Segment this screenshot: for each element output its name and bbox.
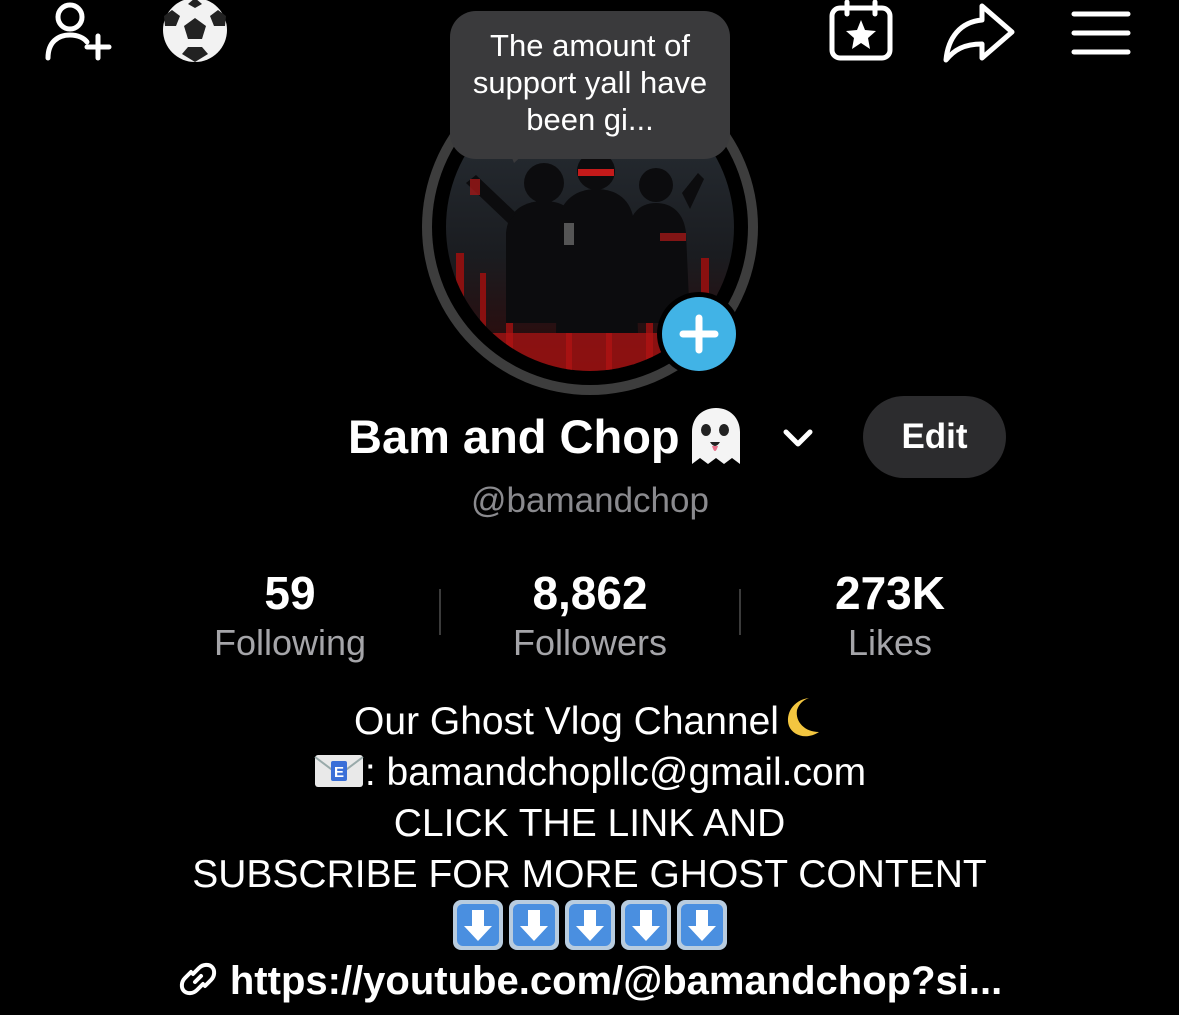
note-text: The amount of support yall have been gi.…	[472, 28, 708, 137]
plus-icon	[679, 314, 719, 354]
profile-note-bubble[interactable]: The amount of support yall have been gi.…	[450, 11, 730, 159]
down-arrow-icon	[508, 900, 559, 950]
link-text: https://youtube.com/@bamandchop?si...	[229, 959, 1003, 1003]
bio-line-4: SUBSCRIBE FOR MORE GHOST CONTENT	[192, 853, 987, 896]
likes-count: 273K	[835, 567, 945, 619]
share-arrow-icon[interactable]	[940, 0, 1018, 64]
down-arrow-icon	[620, 900, 671, 950]
bio-email: : bamandchopllc@gmail.com	[364, 751, 867, 794]
link-icon	[179, 962, 216, 996]
stat-following[interactable]: 59 Following	[140, 566, 440, 666]
bio-line-2: E : bamandchopllc@gmail.com	[80, 747, 1099, 798]
add-story-button[interactable]	[662, 297, 736, 371]
crescent-moon-icon	[787, 698, 819, 737]
bio-line-1-text: Our Ghost Vlog Channel	[354, 700, 779, 743]
bio-arrows	[80, 900, 1099, 955]
down-arrow-icon	[676, 900, 727, 950]
edit-label: Edit	[901, 417, 968, 456]
profile-handle: @bamandchop	[471, 481, 709, 520]
ghost-emoji-icon	[691, 408, 740, 464]
following-label: Following	[213, 622, 367, 663]
likes-label: Likes	[847, 622, 933, 663]
bio-line-3: CLICK THE LINK AND	[393, 802, 786, 845]
down-arrow-icon	[452, 900, 503, 950]
add-friend-icon[interactable]	[40, 0, 116, 66]
calendar-star-icon[interactable]	[826, 0, 896, 64]
hamburger-menu-icon[interactable]	[1066, 4, 1136, 60]
followers-label: Followers	[512, 622, 668, 663]
bio-line-1: Our Ghost Vlog Channel	[80, 694, 1099, 747]
envelope-e-icon: E	[314, 755, 364, 787]
followers-count: 8,862	[532, 567, 648, 619]
profile-name-text: Bam and Chop	[348, 410, 680, 463]
edit-profile-button[interactable]: Edit	[863, 396, 1006, 478]
profile-name[interactable]: Bam and Chop	[348, 406, 748, 468]
profile-bio: Our Ghost Vlog Channel E : bamandchopllc…	[80, 694, 1099, 955]
soccer-ball-icon[interactable]	[158, 0, 232, 64]
svg-text:E: E	[334, 764, 344, 781]
stat-followers[interactable]: 8,862 Followers	[440, 566, 740, 666]
profile-link[interactable]: https://youtube.com/@bamandchop?si...	[100, 954, 1079, 1008]
following-count: 59	[264, 567, 316, 619]
stat-likes[interactable]: 273K Likes	[740, 566, 1040, 666]
chevron-down-icon[interactable]	[778, 422, 818, 456]
down-arrow-icon	[564, 900, 615, 950]
